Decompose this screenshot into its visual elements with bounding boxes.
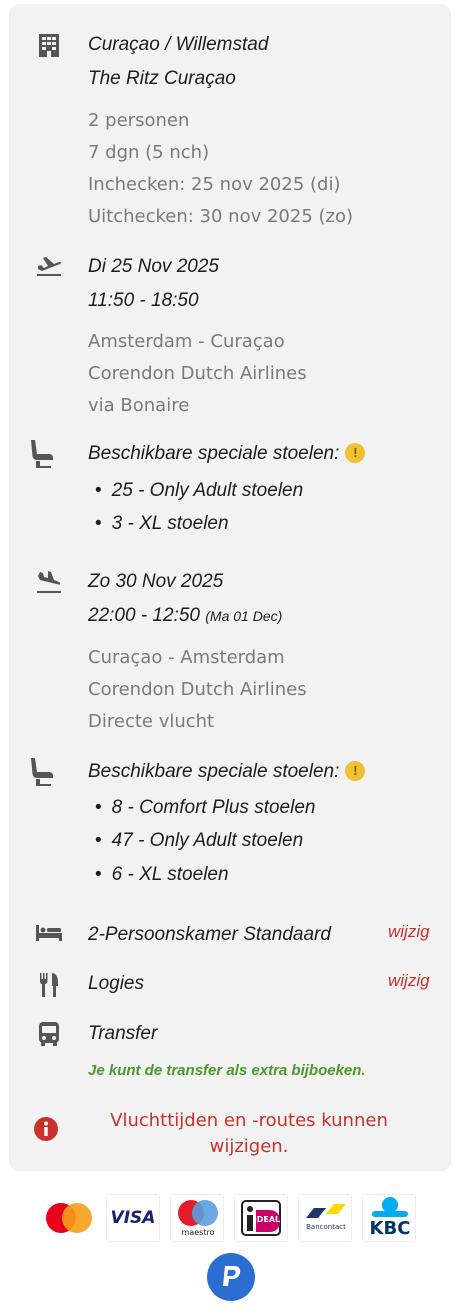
warning-icon[interactable]: ! (345, 761, 366, 781)
info-icon (31, 1116, 61, 1142)
kbc-logo: KBC (362, 1194, 416, 1242)
hotel-location: Curaçao / Willemstad (88, 34, 269, 55)
seat-icon (26, 438, 56, 468)
booking-summary-card: Curaçao / Willemstad The Ritz Curaçao 2 … (9, 4, 451, 1171)
transfer-label: Transfer (88, 1023, 158, 1044)
warning-icon[interactable]: ! (345, 443, 366, 463)
mastercard-logo (42, 1194, 96, 1242)
bed-icon (34, 924, 64, 942)
hotel-checkin: Inchecken: 25 nov 2025 (di) (88, 174, 341, 195)
seat-icon (26, 756, 56, 786)
list-item: 47 - Only Adult stoelen (95, 830, 304, 852)
board-label: Logies (88, 973, 144, 994)
hotel-persons: 2 personen (88, 110, 190, 131)
outbound-seats-title: Beschikbare speciale stoelen:! (88, 443, 366, 465)
return-airline: Corendon Dutch Airlines (88, 679, 307, 700)
ideal-logo: iDEAL (234, 1194, 288, 1242)
flight-times-notice: Vluchttijden en -routes kunnen wijzigen. (110, 1110, 388, 1157)
plane-departure-icon (34, 254, 64, 278)
list-item: 6 - XL stoelen (95, 864, 229, 886)
return-via: Directe vlucht (88, 711, 215, 732)
bancontact-logo: Bancontact (298, 1194, 352, 1242)
room-edit-link[interactable]: wijzig (388, 922, 430, 942)
list-item: 25 - Only Adult stoelen (95, 480, 304, 502)
hotel-duration: 7 dgn (5 nch) (88, 142, 210, 163)
outbound-airline: Corendon Dutch Airlines (88, 363, 307, 384)
bus-icon (34, 1021, 64, 1047)
return-seats-title: Beschikbare speciale stoelen:! (88, 761, 366, 783)
room-label: 2-Persoonskamer Standaard (88, 924, 331, 945)
list-item: 3 - XL stoelen (95, 513, 229, 535)
return-time: 22:00 - 12:50 (Ma 01 Dec) (88, 605, 283, 626)
list-item: 8 - Comfort Plus stoelen (95, 797, 316, 819)
return-arrival-day: (Ma 01 Dec) (205, 608, 283, 624)
plane-arrival-icon (34, 570, 64, 594)
building-icon (34, 32, 64, 58)
hotel-name: The Ritz Curaçao (88, 68, 236, 89)
cutlery-icon (34, 972, 64, 998)
maestro-logo: maestro (170, 1194, 224, 1242)
return-date: Zo 30 Nov 2025 (88, 571, 224, 592)
board-edit-link[interactable]: wijzig (388, 971, 430, 991)
outbound-time: 11:50 - 18:50 (88, 290, 199, 311)
visa-logo: VISA (106, 1194, 160, 1242)
hotel-checkout: Uitchecken: 30 nov 2025 (zo) (88, 206, 354, 227)
outbound-route: Amsterdam - Curaçao (88, 331, 285, 352)
return-route: Curaçao - Amsterdam (88, 647, 285, 668)
outbound-via: via Bonaire (88, 395, 190, 416)
transfer-note: Je kunt de transfer als extra bijboeken. (88, 1062, 366, 1079)
outbound-date: Di 25 Nov 2025 (88, 256, 219, 277)
paypal-logo (207, 1253, 255, 1301)
